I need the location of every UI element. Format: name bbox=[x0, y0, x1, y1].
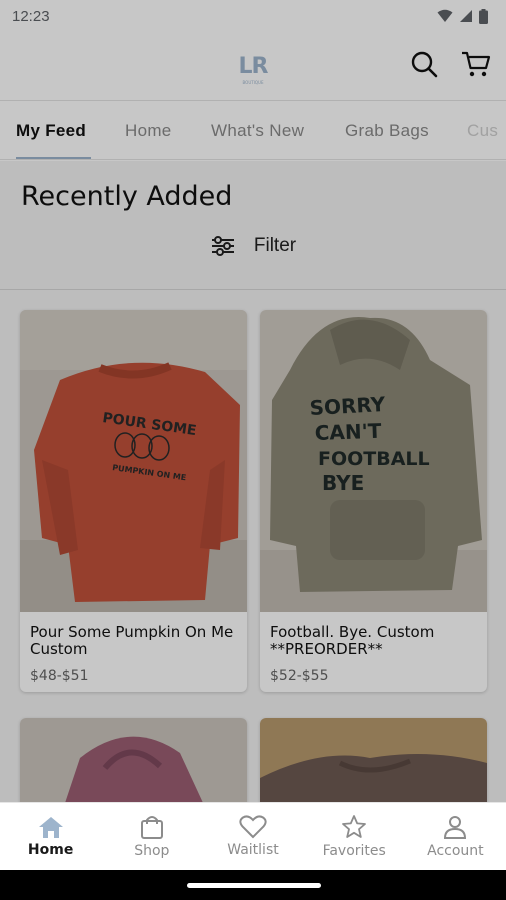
star-icon bbox=[342, 815, 367, 838]
filter-sliders-icon bbox=[211, 236, 234, 256]
battery-icon bbox=[479, 8, 488, 24]
cell-signal-icon bbox=[460, 10, 472, 22]
product-image: SORRY CAN'T FOOTBALL BYE bbox=[260, 310, 487, 612]
nav-shop[interactable]: Shop bbox=[101, 803, 202, 870]
svg-text:CAN'T: CAN'T bbox=[314, 419, 382, 445]
tab-home[interactable]: Home bbox=[125, 101, 172, 159]
category-tabs: My Feed Home What's New Grab Bags Cus bbox=[0, 100, 506, 160]
shopping-bag-icon bbox=[140, 816, 163, 839]
search-button[interactable] bbox=[408, 48, 440, 80]
feed-content: Recently Added Filter POUR SOME PUMPKIN bbox=[0, 161, 506, 802]
status-bar: 12:23 bbox=[0, 0, 506, 32]
nav-favorites[interactable]: Favorites bbox=[304, 803, 405, 870]
top-app-bar: LR BOUTIQUE bbox=[0, 32, 506, 100]
product-price: $52-$55 bbox=[270, 668, 329, 684]
tab-whats-new[interactable]: What's New bbox=[211, 101, 304, 159]
nav-waitlist[interactable]: Waitlist bbox=[202, 803, 303, 870]
product-card[interactable]: SORRY CAN'T FOOTBALL BYE Football. Bye. … bbox=[260, 310, 487, 692]
wifi-icon bbox=[437, 9, 453, 22]
nav-account[interactable]: Account bbox=[405, 803, 506, 870]
page-title: Recently Added bbox=[21, 181, 233, 212]
status-time: 12:23 bbox=[12, 7, 50, 25]
product-image: POUR SOME PUMPKIN ON ME bbox=[20, 310, 247, 612]
product-title: Football. Bye. Custom **PREORDER** bbox=[270, 624, 435, 658]
filter-button[interactable]: Filter bbox=[0, 235, 506, 257]
bottom-navigation: Home Shop Waitlist Favorites Account bbox=[0, 802, 506, 870]
svg-text:FOOTBALL: FOOTBALL bbox=[318, 448, 430, 470]
product-price: $48-$51 bbox=[30, 668, 89, 684]
svg-text:SORRY: SORRY bbox=[309, 392, 386, 420]
section-divider bbox=[0, 289, 506, 290]
product-card[interactable]: POUR SOME PUMPKIN ON ME Pour Some Pumpki… bbox=[20, 310, 247, 692]
search-icon bbox=[411, 51, 438, 78]
status-icons bbox=[437, 8, 488, 24]
svg-text:BYE: BYE bbox=[322, 471, 364, 495]
tab-custom[interactable]: Cus bbox=[467, 101, 498, 159]
system-gesture-bar bbox=[0, 870, 506, 900]
home-gesture-handle[interactable] bbox=[187, 883, 321, 888]
tab-my-feed[interactable]: My Feed bbox=[16, 101, 86, 159]
home-icon bbox=[38, 817, 63, 838]
tab-grab-bags[interactable]: Grab Bags bbox=[345, 101, 429, 159]
brand-logo[interactable]: LR BOUTIQUE bbox=[239, 54, 269, 85]
account-icon bbox=[444, 816, 467, 839]
product-image bbox=[20, 718, 247, 802]
cart-icon bbox=[462, 51, 491, 77]
product-card[interactable] bbox=[20, 718, 247, 802]
product-image bbox=[260, 718, 487, 802]
nav-home[interactable]: Home bbox=[0, 803, 101, 870]
heart-icon bbox=[239, 815, 267, 839]
product-card[interactable] bbox=[260, 718, 487, 802]
filter-label: Filter bbox=[253, 235, 297, 256]
product-title: Pour Some Pumpkin On Me Custom bbox=[30, 624, 234, 658]
cart-button[interactable] bbox=[460, 48, 492, 80]
active-tab-indicator bbox=[16, 157, 91, 159]
